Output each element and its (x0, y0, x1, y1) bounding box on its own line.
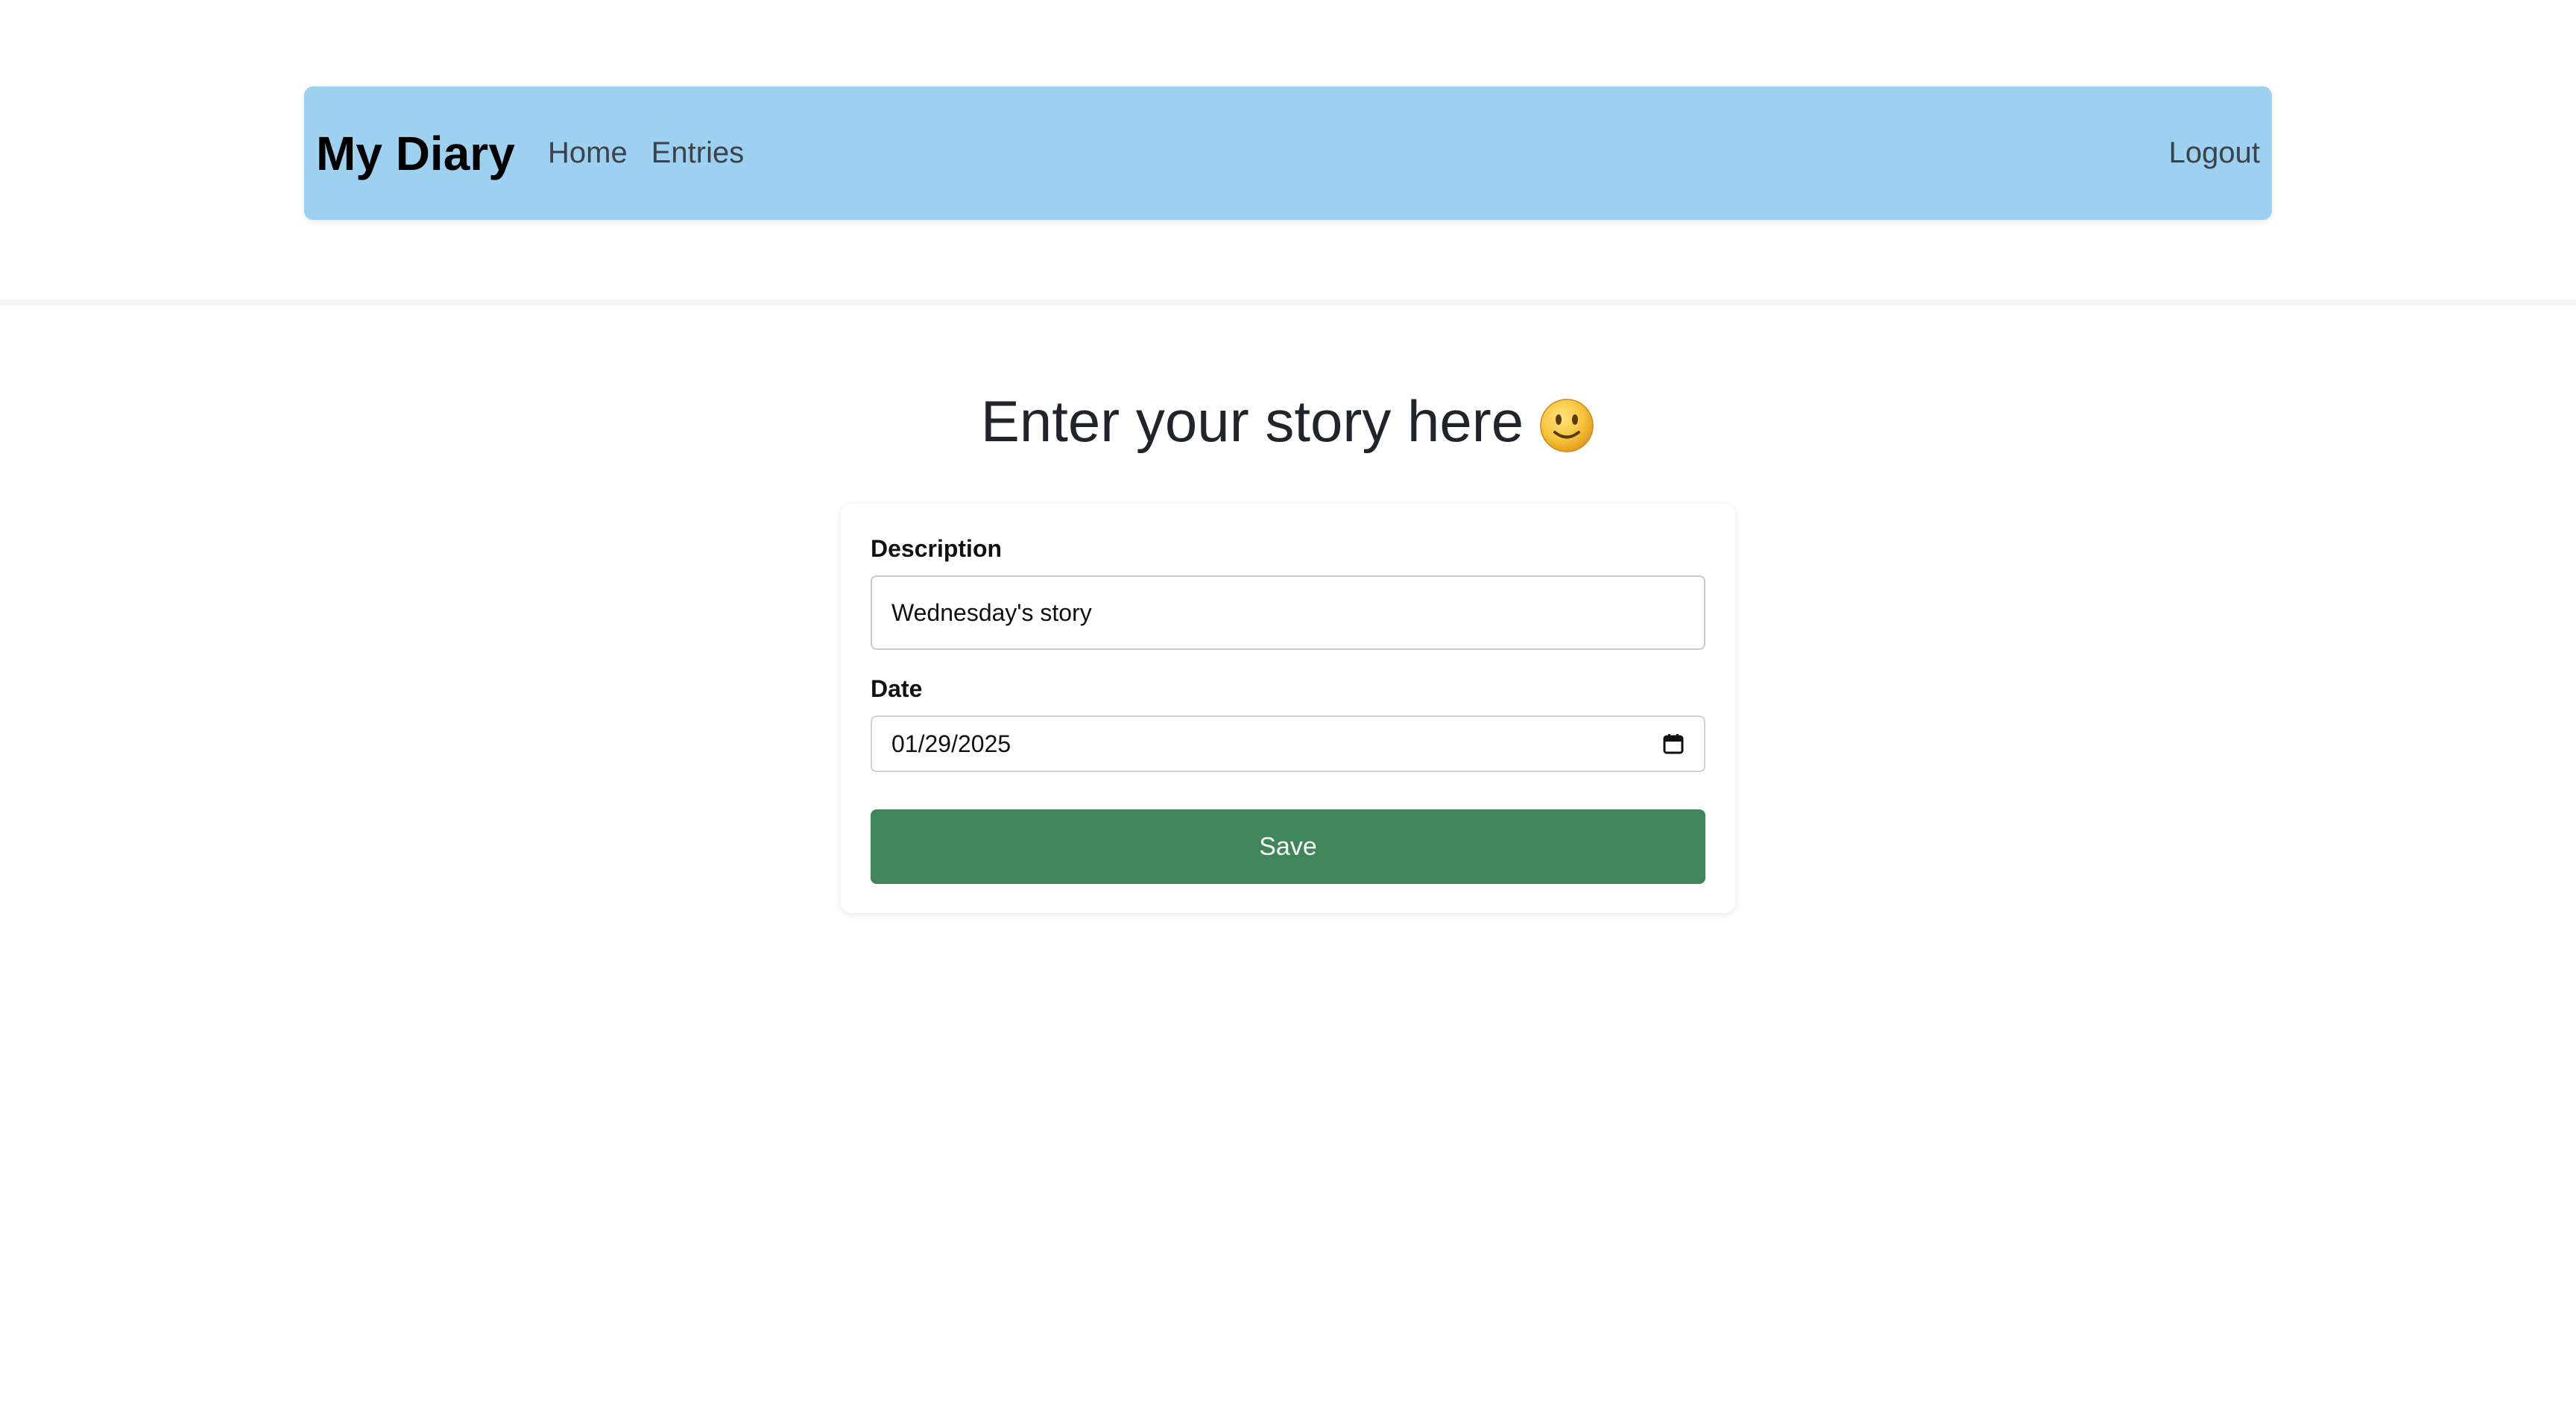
navbar: My Diary Home Entries Logout (304, 86, 2272, 220)
story-form: Description Date 01/29/2025 Save (841, 504, 1735, 913)
date-label: Date (871, 675, 923, 702)
calendar-icon[interactable] (1662, 733, 1685, 755)
header-area: My Diary Home Entries Logout (0, 0, 2576, 306)
page-title-row: Enter your story here (0, 380, 2576, 462)
page-title: Enter your story here (980, 388, 1524, 454)
nav-link-home[interactable]: Home (548, 136, 628, 170)
nav-links: Home Entries (548, 86, 744, 220)
nav-link-entries[interactable]: Entries (651, 136, 745, 170)
logout-link[interactable]: Logout (2169, 136, 2260, 170)
nav-right: Logout (2169, 86, 2260, 220)
description-input[interactable] (871, 575, 1705, 650)
date-input[interactable]: 01/29/2025 (871, 715, 1705, 772)
smiley-face-icon (1538, 393, 1595, 452)
brand-logo[interactable]: My Diary (316, 86, 515, 220)
description-label: Description (871, 535, 1003, 562)
page: My Diary Home Entries Logout Enter your … (0, 0, 2576, 1428)
date-value[interactable]: 01/29/2025 (891, 730, 1662, 758)
save-button[interactable]: Save (871, 809, 1705, 884)
